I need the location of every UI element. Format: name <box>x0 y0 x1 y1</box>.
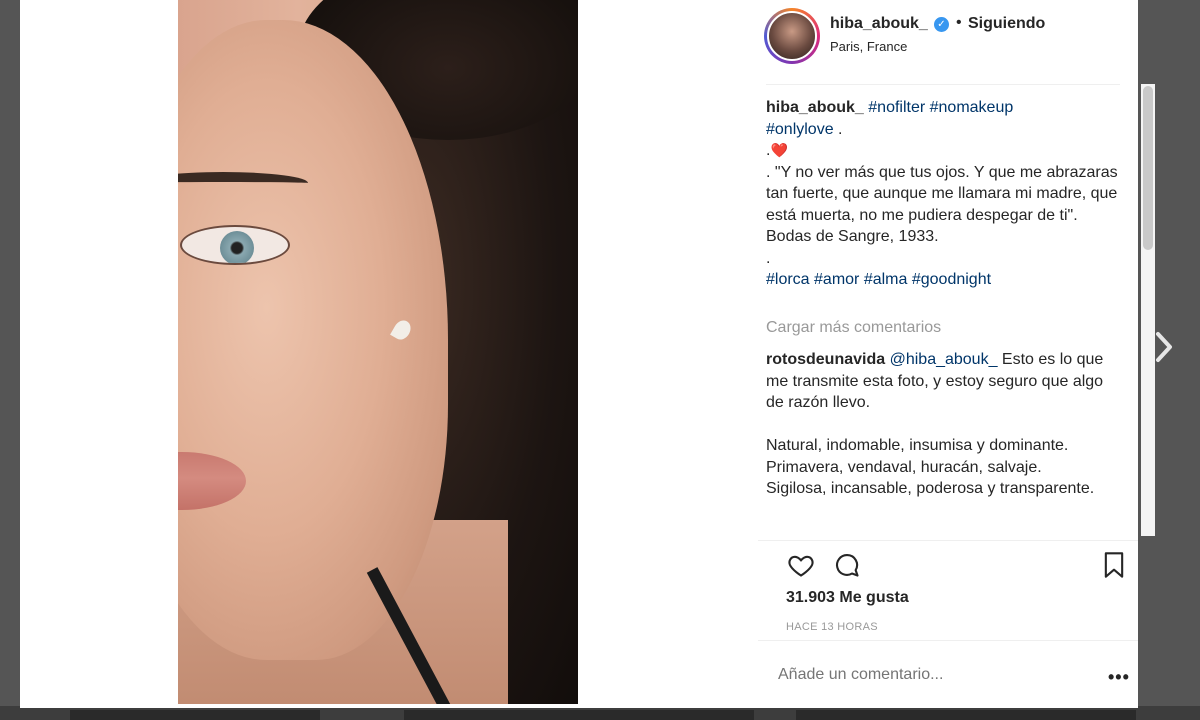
heart-icon[interactable] <box>786 551 816 579</box>
location-link[interactable]: Paris, France <box>830 39 907 54</box>
photo-earring <box>390 317 414 343</box>
comment-username[interactable]: rotosdeunavida <box>766 351 885 368</box>
caption-quote: . "Y no ver más que tus ojos. Y que me a… <box>766 163 1118 246</box>
avatar-story-ring[interactable] <box>764 8 820 64</box>
more-options-icon[interactable]: ••• <box>1108 667 1130 688</box>
add-comment-input[interactable] <box>778 661 1078 689</box>
username-link[interactable]: hiba_abouk_ <box>830 15 928 33</box>
comment-mention[interactable]: @hiba_abouk_ <box>890 351 998 368</box>
background-thumbnail <box>404 710 754 720</box>
separator-dot: • <box>956 14 962 31</box>
caption-hashtags[interactable]: #nofilter #nomakeup <box>868 99 1013 116</box>
photo-iris <box>220 231 254 263</box>
post-timestamp[interactable]: HACE 13 HORAS <box>786 621 878 633</box>
caption: hiba_abouk_ #nofilter #nomakeup #onlylov… <box>766 97 1120 291</box>
background-thumbnail <box>796 710 1136 720</box>
comment-text: Natural, indomable, insumisa y dominante… <box>766 437 1069 454</box>
verified-badge-icon: ✓ <box>934 17 949 32</box>
photo-lips <box>178 452 246 510</box>
post-header: hiba_abouk_ ✓ • Siguiendo Paris, France <box>758 0 1138 76</box>
likes-count[interactable]: 31.903 Me gusta <box>786 589 909 607</box>
caption-hashtag[interactable]: #onlylove <box>766 121 834 138</box>
post-modal: hiba_abouk_ ✓ • Siguiendo Paris, France … <box>20 0 1155 708</box>
comments-list: hiba_abouk_ #nofilter #nomakeup #onlylov… <box>766 84 1120 536</box>
comment-item: rotosdeunavida @hiba_abouk_ Esto es lo q… <box>766 349 1120 500</box>
caption-text: . <box>766 249 771 267</box>
heart-emoji: ❤️ <box>770 142 788 158</box>
post-sidebar: hiba_abouk_ ✓ • Siguiendo Paris, France … <box>758 0 1155 708</box>
post-photo[interactable] <box>178 0 578 704</box>
photo-eyebrow <box>178 172 308 194</box>
photo-eye <box>180 225 290 265</box>
bookmark-icon[interactable] <box>1102 551 1126 579</box>
chevron-right-icon[interactable] <box>1152 330 1176 364</box>
post-actions: 31.903 Me gusta HACE 13 HORAS <box>758 540 1138 640</box>
caption-text: . <box>833 120 843 138</box>
background-thumbnail <box>70 710 320 720</box>
load-more-comments-button[interactable]: Cargar más comentarios <box>766 319 941 337</box>
caption-hashtags[interactable]: #lorca #amor #alma #goodnight <box>766 271 991 288</box>
comment-text: Sigilosa, incansable, poderosa y transpa… <box>766 480 1095 497</box>
add-comment-bar: ••• <box>758 640 1138 708</box>
following-button[interactable]: Siguiendo <box>968 15 1045 33</box>
background-feed-strip <box>0 706 1200 720</box>
avatar[interactable] <box>767 11 817 61</box>
caption-username[interactable]: hiba_abouk_ <box>766 99 864 116</box>
post-photo-area <box>20 0 758 708</box>
comment-text: Primavera, vendaval, huracán, salvaje. <box>766 458 1042 476</box>
comments-scrollbar[interactable] <box>1143 86 1153 250</box>
comment-icon[interactable] <box>832 551 862 579</box>
